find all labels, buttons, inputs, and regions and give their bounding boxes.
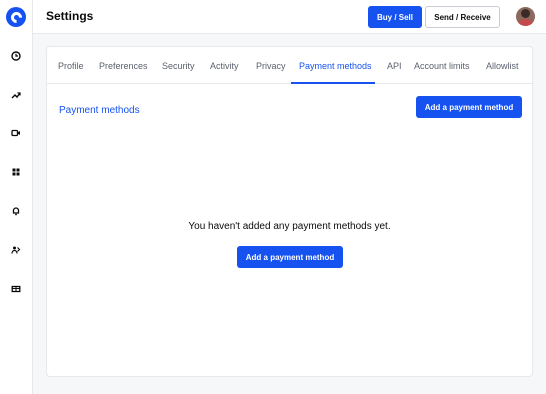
active-tab-indicator — [291, 82, 375, 84]
tab-security[interactable]: Security — [162, 61, 195, 71]
tab-payment-methods[interactable]: Payment methods — [299, 61, 372, 71]
add-payment-method-button[interactable]: Add a payment method — [416, 96, 522, 118]
add-payment-method-empty-button[interactable]: Add a payment method — [237, 246, 343, 268]
sidebar — [0, 0, 33, 394]
users-icon[interactable] — [10, 244, 22, 256]
coinbase-logo-icon[interactable] — [6, 7, 26, 27]
tab-activity[interactable]: Activity — [210, 61, 239, 71]
top-bar: Settings Buy / Sell Send / Receive — [33, 0, 546, 34]
settings-tabs: Profile Preferences Security Activity Pr… — [47, 47, 532, 84]
trending-icon[interactable] — [10, 89, 22, 101]
video-icon[interactable] — [10, 127, 22, 139]
send-receive-button[interactable]: Send / Receive — [425, 6, 500, 28]
tab-account-limits[interactable]: Account limits — [414, 61, 470, 71]
tab-preferences[interactable]: Preferences — [99, 61, 148, 71]
clock-icon[interactable] — [10, 50, 22, 62]
settings-card: Profile Preferences Security Activity Pr… — [46, 46, 533, 377]
tab-api[interactable]: API — [387, 61, 402, 71]
tab-allowlist[interactable]: Allowlist — [486, 61, 519, 71]
section-title: Payment methods — [59, 105, 140, 116]
tab-privacy[interactable]: Privacy — [256, 61, 286, 71]
bell-icon[interactable] — [10, 205, 22, 217]
tab-profile[interactable]: Profile — [58, 61, 84, 71]
page-title: Settings — [46, 9, 94, 23]
gift-icon[interactable] — [10, 282, 22, 294]
avatar[interactable] — [516, 7, 535, 26]
grid-icon[interactable] — [10, 166, 22, 178]
buy-sell-button[interactable]: Buy / Sell — [368, 6, 422, 28]
empty-state-message: You haven't added any payment methods ye… — [188, 221, 391, 232]
